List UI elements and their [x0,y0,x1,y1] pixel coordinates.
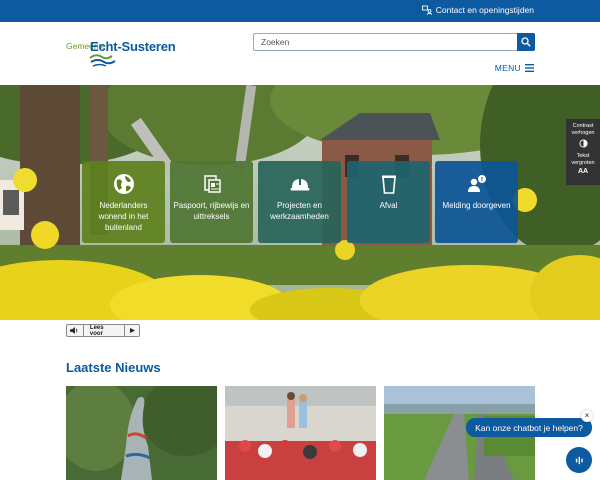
contrast-label: Contrast verhogen [571,123,595,136]
text-size-toggle[interactable]: Tekst vergroten AA [566,153,600,175]
tile-projecten-werkzaamheden[interactable]: Projecten en werkzaamheden [258,161,341,243]
trash-bin-icon [381,175,396,194]
hero-banner: Nederlanders wonend in het buitenland Pa… [0,85,600,320]
menu-button[interactable]: MENU [495,63,534,73]
chatbot-prompt[interactable]: Kan onze chatbot je helpen? [466,418,592,437]
accessibility-panel: Contrast verhogen Tekst vergroten AA [566,119,600,185]
news-heading: Laatste Nieuws [66,360,161,375]
news-card-2[interactable] [225,386,376,480]
tile-paspoort-rijbewijs[interactable]: Paspoort, rijbewijs en uittreksels [170,161,253,243]
logo-emblem-icon [89,54,116,67]
tile-nederlanders-buitenland[interactable]: Nederlanders wonend in het buitenland [82,161,165,243]
play-icon[interactable] [124,325,139,336]
search-icon [521,37,531,47]
news-image-school-crowd [225,386,376,480]
text-size-label: Tekst vergroten [571,153,595,166]
tile-label: Melding doorgeven [442,201,511,210]
id-card-icon [203,175,221,193]
svg-text:!: ! [480,176,483,183]
header: Gemeente Echt-Susteren MENU [0,22,600,85]
globe-icon [113,174,134,194]
hard-hat-icon [290,179,309,191]
speaker-icon [67,325,84,336]
tile-label: Paspoort, rijbewijs en uittreksels [173,201,250,221]
contact-label: Contact en openingstijden [435,5,534,15]
report-icon: ! [467,175,486,192]
read-aloud-label: Lees voor [89,324,104,337]
top-bar: Contact en openingstijden [0,0,600,22]
chatbot-icon [575,456,583,464]
tile-melding-doorgeven[interactable]: ! Melding doorgeven [435,161,518,243]
hamburger-icon [525,64,534,72]
news-card-1[interactable] [66,386,217,480]
site-logo[interactable]: Gemeente Echt-Susteren [66,39,186,70]
news-image-sculpture [66,386,217,480]
search-bar [253,33,535,51]
chatbot-close-icon[interactable]: × [581,410,593,422]
search-button[interactable] [517,33,535,51]
search-input[interactable] [254,34,518,50]
contact-icon [421,5,432,15]
tile-label: Projecten en werkzaamheden [270,201,329,221]
contrast-toggle[interactable]: Contrast verhogen [566,123,600,153]
contrast-icon [578,139,588,148]
read-aloud-player[interactable]: Lees voor [66,324,140,337]
chatbot-button[interactable] [566,447,592,473]
menu-label: MENU [494,63,521,73]
tile-afval[interactable]: Afval [347,161,430,243]
tile-label: Nederlanders wonend in het buitenland [98,201,149,232]
tile-label: Afval [379,201,398,210]
text-size-icon: AA [577,168,589,175]
contact-link[interactable]: Contact en openingstijden [421,5,534,15]
